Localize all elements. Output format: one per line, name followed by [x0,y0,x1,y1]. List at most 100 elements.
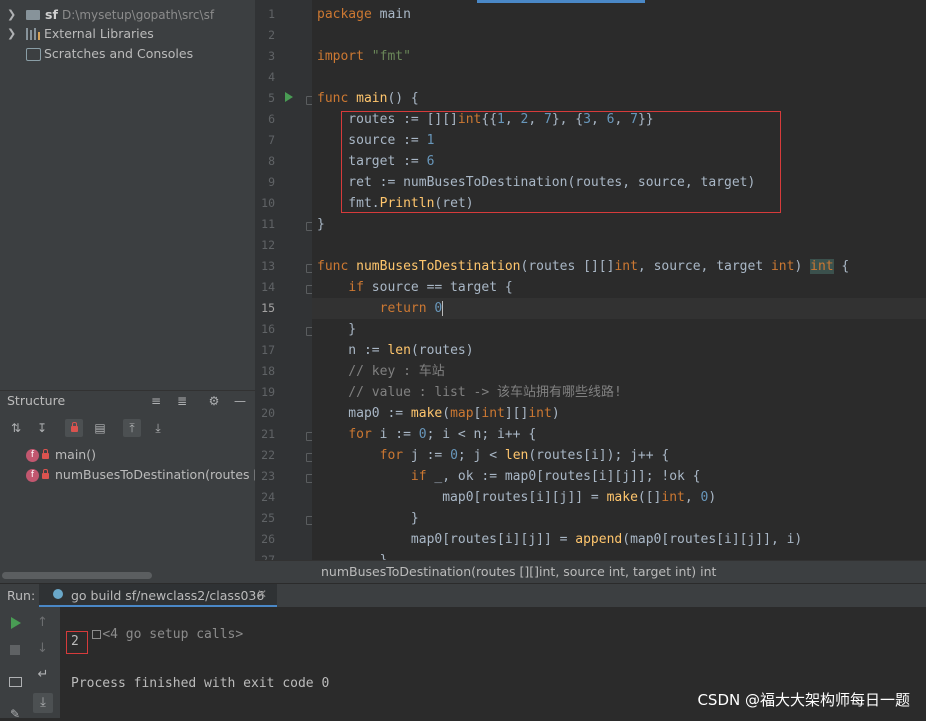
run-tab-title: go build sf/newclass2/class036 [71,588,265,603]
collapsed-calls-label: <4 go setup calls> [102,627,244,642]
code-editor[interactable]: package main import "fmt" func main() { … [312,0,926,560]
run-tab-bar: Run: go build sf/newclass2/class036 ✕ [0,583,926,608]
line-number: 19 [261,385,275,399]
line-number: 12 [261,238,275,252]
watermark: CSDN @福大大架构师每日一题 [697,691,910,709]
code-line-1: package main [317,7,411,22]
code-line-16: } [317,322,357,337]
gopher-icon [53,589,63,599]
collapsed-calls[interactable]: <4 go setup calls> [61,612,243,657]
line-number: 5 [268,91,275,105]
structure-item-label: main() [55,447,96,462]
code-line-5: func main() { [317,91,419,106]
line-number: 16 [261,322,275,336]
output-highlight-box [66,631,88,654]
arrow-up-icon[interactable]: ↑ [37,615,48,630]
run-tab[interactable]: go build sf/newclass2/class036 ✕ [39,584,277,608]
code-line-19: // value : list -> 该车站拥有哪些线路! [317,385,622,400]
process-finished: Process finished with exit code 0 [71,676,330,691]
code-line-21: for i := 0; i < n; i++ { [348,427,537,442]
signature-hint: numBusesToDestination(routes [][]int, so… [321,564,717,579]
sort-alphabetically-icon[interactable]: ↧ [33,419,51,437]
project-root-name: sf [45,7,58,22]
code-line-13: func numBusesToDestination(routes [][]in… [317,259,850,274]
console-icon [26,48,41,61]
structure-title: Structure [7,393,66,408]
chevron-right-icon[interactable]: ❯ [7,5,17,25]
run-toolbar: ✎ ↑ ↓ ↵ ⤓ [0,607,60,721]
project-root-row[interactable]: ❯ sf D:\mysetup\gopath\src\sf [0,5,255,25]
minimize-icon[interactable]: — [231,392,249,410]
horizontal-scrollbar[interactable] [2,572,152,579]
function-icon: f [26,449,39,462]
code-line-14: if source == target { [348,280,513,295]
run-output[interactable]: <4 go setup calls> 2 Process finished wi… [60,607,926,718]
code-line-3: import "fmt" [317,49,411,64]
arrow-down-icon[interactable]: ↓ [37,641,48,656]
line-number: 20 [261,406,275,420]
signature-hint-bar: numBusesToDestination(routes [][]int, so… [255,560,926,583]
line-number: 24 [261,490,275,504]
rerun-icon[interactable] [11,617,21,629]
line-number: 18 [261,364,275,378]
soft-wrap-icon[interactable]: ↵ [33,667,53,687]
pin-icon[interactable]: ✎ [10,707,20,721]
active-tab-indicator [477,0,645,3]
structure-panel: Structure ≡ ≣ ⚙ — ⇅ ↧ ▤ ⤒ ⤓ f main() f num… [0,390,268,583]
code-line-27: } [317,550,388,560]
main-body-highlight-box [341,111,781,213]
code-line-15: return 0 [379,301,444,316]
line-gutter: 1 2 3 4 5 6 7 8 9 10 11 12 13 14 15 16 17 18 19 20 21 22 23 24 2… [255,0,315,567]
line-number: 26 [261,532,275,546]
structure-item-numbuses[interactable]: f numBusesToDestination(routes [][ [26,465,268,484]
line-number: 15 [261,301,275,315]
line-number: 14 [261,280,275,294]
lock-icon [42,448,49,459]
close-icon[interactable]: ✕ [257,587,267,601]
layout-icon[interactable] [9,677,22,687]
library-icon [26,28,40,40]
code-line-20: map0 := make(map[int][]int) [317,406,560,421]
sort-by-visibility-icon[interactable]: ⇅ [7,419,25,437]
external-libraries-row[interactable]: ❯ External Libraries [0,24,255,44]
scratches-row[interactable]: Scratches and Consoles [0,44,255,64]
collapse-all-icon[interactable]: ≣ [173,392,191,410]
stop-icon[interactable] [10,645,20,655]
line-number: 9 [268,175,275,189]
function-icon: f [26,469,39,482]
line-number: 23 [261,469,275,483]
code-line-11: } [317,217,325,232]
line-number: 21 [261,427,275,441]
line-number: 13 [261,259,275,273]
code-line-18: // key : 车站 [317,364,445,379]
line-number: 25 [261,511,275,525]
line-number: 3 [268,49,275,63]
structure-item-main[interactable]: f main() [26,445,96,464]
autoscroll-to-source-icon[interactable]: ⤒ [123,419,141,437]
scratches-label: Scratches and Consoles [44,46,194,61]
line-number: 2 [268,28,275,42]
folder-icon [26,10,40,20]
line-number: 1 [268,7,275,21]
line-number: 11 [261,217,275,231]
show-fields-folder-icon[interactable]: ▤ [91,419,109,437]
line-number: 6 [268,112,275,126]
run-gutter-icon[interactable] [285,92,293,102]
line-number: 22 [261,448,275,462]
gear-icon[interactable]: ⚙ [205,392,223,410]
line-number: 4 [268,70,275,84]
code-line-22: for j := 0; j < len(routes[i]); j++ { [379,448,670,463]
autoscroll-from-source-icon[interactable]: ⤓ [149,419,167,437]
code-line-25: } [317,511,419,526]
run-label: Run: [7,588,36,603]
code-line-17: n := len(routes) [317,343,474,358]
chevron-right-icon[interactable]: ❯ [7,24,17,44]
show-private-lock-icon[interactable] [65,419,83,437]
code-line-24: map0[routes[i][j]] = make([]int, 0) [317,490,717,505]
line-number: 10 [261,196,275,210]
expand-all-icon[interactable]: ≡ [147,392,165,410]
code-line-26: map0[routes[i][j]] = append(map0[routes[… [317,532,803,547]
scroll-to-end-icon[interactable]: ⤓ [33,693,53,713]
expand-icon[interactable] [92,630,102,639]
project-panel: ❯ sf D:\mysetup\gopath\src\sf ❯ External… [0,0,255,390]
